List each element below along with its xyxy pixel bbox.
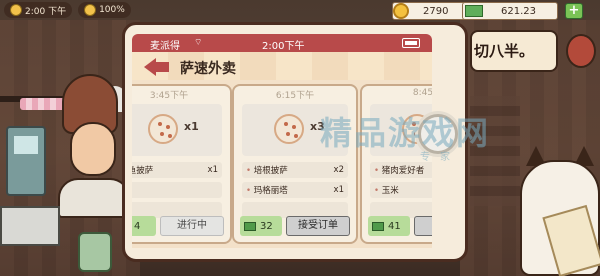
arcade-machine — [6, 126, 46, 196]
coin-counter: 2790 — [392, 2, 468, 20]
item-name: 玛格丽塔 — [246, 184, 288, 196]
item-name: 培根披萨 — [246, 164, 288, 176]
order-items: 猪肉爱好者 玉米 — [370, 162, 432, 218]
watermark: 精品游戏网 — [320, 114, 491, 152]
phone-time: 2:00下午 — [262, 41, 305, 52]
order-items: 培根披萨 x2 玛格丽塔 x1 — [242, 162, 348, 218]
order-price: 41 — [368, 216, 410, 236]
order-item: 猪肉爱好者 — [370, 162, 432, 178]
add-cash-button[interactable]: + — [565, 3, 583, 19]
order-footer: 4 进行中 — [132, 216, 224, 236]
order-card: 3:45下午 x1 鱼披萨 x1 4 进行中 — [132, 84, 232, 244]
carrier-name: 麦派得 — [150, 41, 180, 52]
item-name: 猪肉爱好者 — [374, 164, 425, 176]
phone-status-bar: 麦派得 ⌔ 2:00下午 — [132, 34, 432, 52]
battery-icon — [402, 38, 420, 48]
accept-order-button[interactable]: 接受订单 — [286, 216, 350, 236]
app-title-bar: 萨速外卖 — [132, 52, 432, 80]
order-item: 鱼披萨 x1 — [132, 162, 222, 178]
order-item: 玉米 — [370, 182, 432, 198]
jar — [78, 232, 112, 272]
cash-counter: 621.23 — [462, 2, 558, 20]
chef-character — [70, 122, 116, 176]
chef-body — [58, 178, 130, 218]
smiley-icon — [84, 4, 97, 16]
price-value: 32 — [260, 220, 273, 232]
order-footer: 41 接 — [368, 216, 432, 236]
item-qty: x2 — [333, 165, 344, 175]
item-name: 鱼披萨 — [132, 164, 153, 176]
order-price: 4 — [132, 216, 156, 236]
money-icon — [244, 221, 256, 231]
order-item: 玛格丽塔 x1 — [242, 182, 348, 198]
hud-left: 2:00 下午 100% — [0, 0, 131, 20]
coin-value: 2790 — [423, 5, 449, 17]
hud-time: 2:00 下午 — [25, 6, 67, 17]
app-title: 萨速外卖 — [180, 61, 236, 77]
speech-text: 切八半。 — [474, 42, 535, 60]
order-items: 鱼披萨 x1 — [132, 162, 222, 218]
clock-pill: 2:00 下午 — [4, 2, 73, 18]
customer-avatar — [566, 34, 596, 68]
coin-icon — [393, 3, 409, 19]
back-arrow-icon[interactable] — [144, 58, 170, 76]
cash-value: 621.23 — [501, 5, 536, 17]
cash-register — [0, 206, 60, 246]
accept-order-button[interactable]: 接 — [414, 216, 432, 236]
clock-icon — [10, 4, 22, 16]
happiness-pill: 100% — [78, 2, 131, 18]
pizza-count: x1 — [184, 120, 199, 133]
order-item: 培根披萨 x2 — [242, 162, 348, 178]
wifi-icon: ⌔ — [194, 38, 203, 48]
hud-happiness: 100% — [99, 5, 125, 15]
item-qty: x1 — [333, 185, 344, 195]
pizza-preview: x1 — [132, 104, 222, 156]
pizza-icon — [148, 114, 178, 144]
order-time: 8:45 — [412, 88, 432, 98]
pizza-icon — [274, 114, 304, 144]
price-value: 41 — [388, 220, 401, 232]
empty-item-slot — [132, 182, 222, 198]
watermark-sub: 专家 — [420, 152, 460, 163]
order-time: 3:45下午 — [149, 91, 189, 101]
price-value: 4 — [134, 220, 141, 232]
order-time: 6:15下午 — [275, 91, 315, 101]
order-price: 32 — [240, 216, 282, 236]
cash-icon — [465, 5, 483, 17]
order-footer: 32 接受订单 — [240, 216, 350, 236]
money-icon — [372, 221, 384, 231]
in-progress-button[interactable]: 进行中 — [160, 216, 224, 236]
item-qty: x1 — [207, 165, 218, 175]
item-name: 玉米 — [374, 184, 399, 196]
